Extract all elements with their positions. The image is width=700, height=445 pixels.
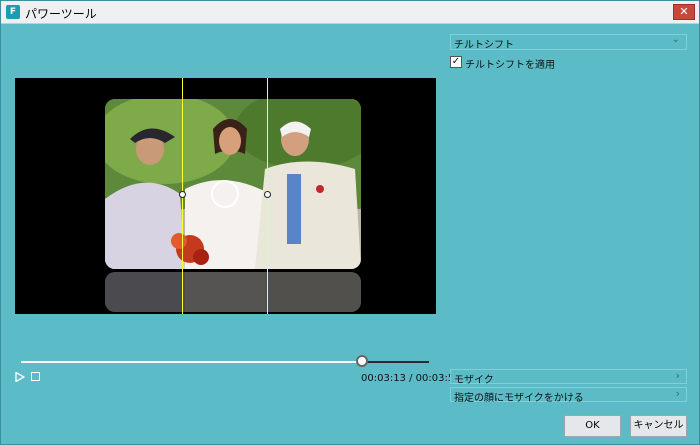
effect-dropdown-value: チルトシフト — [454, 40, 514, 51]
play-icon[interactable] — [15, 372, 25, 382]
tool-item-label: モザイク — [454, 375, 494, 386]
title-bar: F パワーツール ✕ — [1, 1, 699, 24]
chevron-down-icon: ⌄ — [671, 34, 680, 45]
chevron-right-icon: › — [675, 387, 680, 400]
close-button[interactable]: ✕ — [673, 4, 695, 20]
ok-button[interactable]: OK — [564, 415, 621, 437]
preview-reflection — [105, 272, 361, 312]
cancel-button[interactable]: キャンセル — [630, 415, 687, 437]
seek-thumb[interactable] — [355, 355, 368, 367]
apply-checkbox[interactable]: ✓ — [450, 56, 462, 68]
time-separator: / — [405, 373, 416, 384]
window-title: パワーツール — [25, 7, 97, 21]
seek-bar[interactable] — [21, 355, 429, 367]
focus-center-handle[interactable] — [211, 180, 239, 208]
right-guide-handle[interactable] — [264, 191, 271, 198]
effect-dropdown[interactable]: チルトシフト ⌄ — [450, 34, 687, 51]
tool-item-mosaic[interactable]: モザイク › — [450, 369, 687, 386]
timecode: 00:03:13 / 00:03:51 — [361, 373, 461, 384]
stop-icon[interactable] — [31, 372, 40, 381]
left-guide-handle[interactable] — [179, 191, 186, 198]
apply-checkbox-label: チルトシフトを適用 — [465, 60, 555, 71]
video-preview — [15, 78, 436, 314]
tool-item-label: 指定の顔にモザイクをかける — [454, 393, 584, 404]
seek-progress — [21, 361, 362, 363]
current-time: 00:03:13 — [361, 373, 406, 384]
tool-item-face-mosaic[interactable]: 指定の顔にモザイクをかける › — [450, 387, 687, 404]
power-tool-dialog: F パワーツール ✕ 00:03:13 / 00:03:51 チルトシフト ⌄ … — [0, 0, 700, 445]
close-icon: ✕ — [679, 5, 689, 18]
chevron-right-icon: › — [675, 369, 680, 382]
app-icon: F — [6, 5, 20, 19]
